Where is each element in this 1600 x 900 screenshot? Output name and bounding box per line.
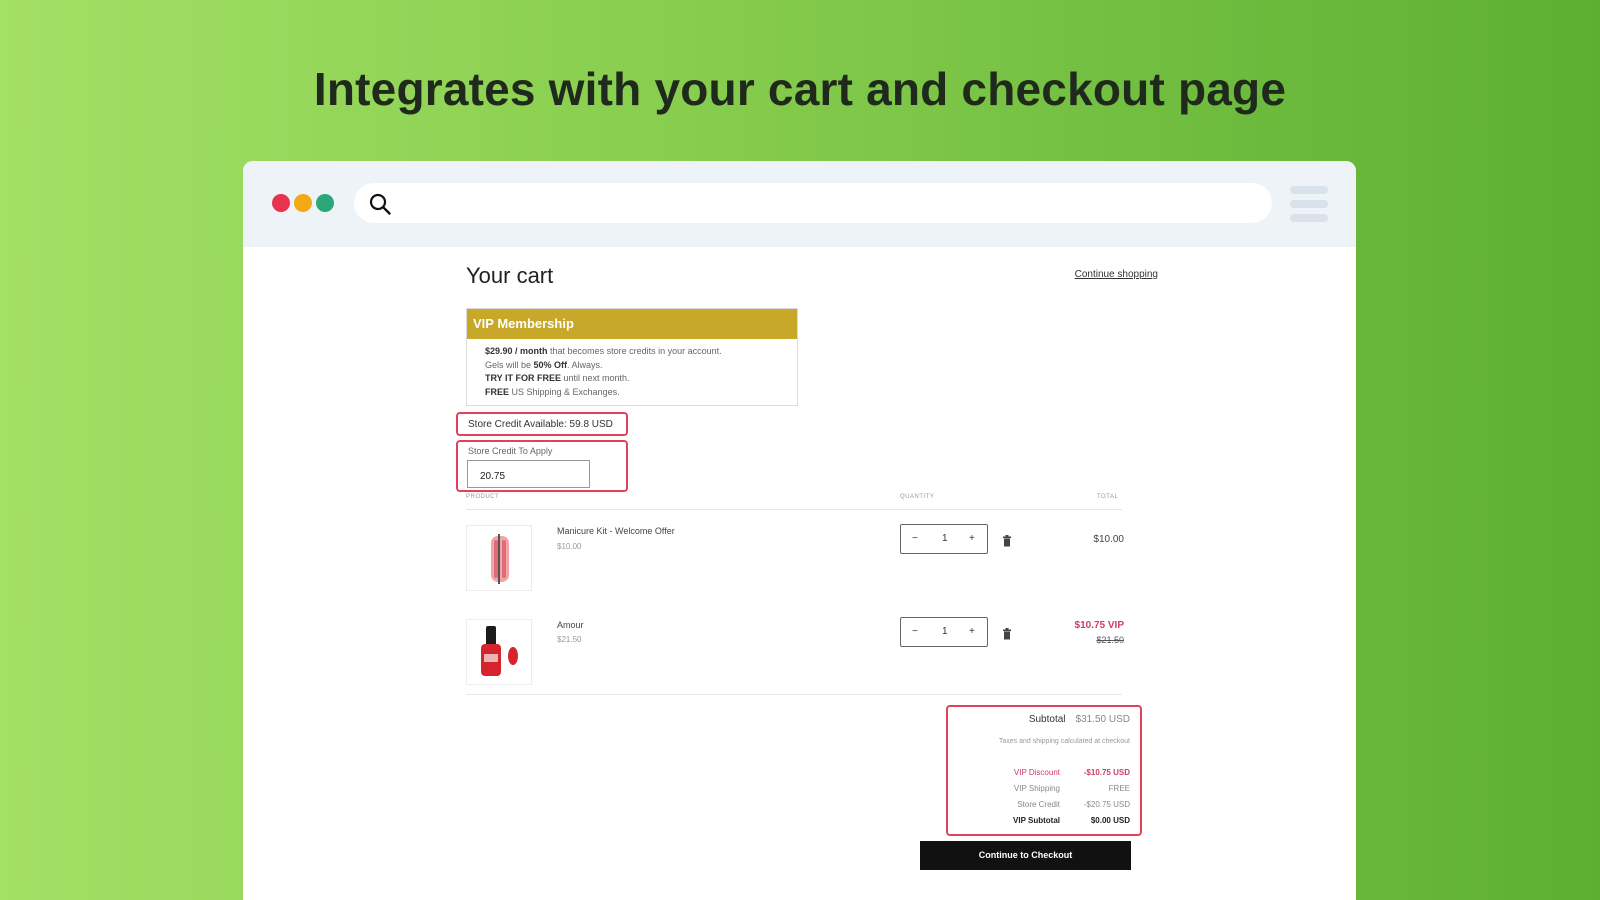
product-image-manicure-kit[interactable]: [466, 525, 532, 591]
product-name[interactable]: Amour: [557, 620, 584, 630]
vip-shipping-row: VIP Shipping FREE: [1013, 784, 1130, 793]
product-price: $21.50: [557, 635, 582, 644]
vip-line-shipping: FREE US Shipping & Exchanges.: [485, 386, 620, 397]
divider: [466, 694, 1122, 695]
address-bar[interactable]: [354, 183, 1272, 223]
vip-subtotal-row: VIP Subtotal $0.00 USD: [1013, 816, 1130, 825]
subtotal-value: $31.50 USD: [1075, 714, 1130, 725]
nail-polish-icon: [481, 626, 518, 676]
column-header-total: TOTAL: [1097, 494, 1119, 500]
vip-line-gels: Gels will be 50% Off. Always.: [485, 359, 603, 370]
quantity-stepper[interactable]: − 1 +: [900, 524, 988, 554]
store-credit-row: Store Credit -$20.75 USD: [1017, 800, 1130, 809]
vip-header: VIP Membership: [467, 309, 797, 339]
product-name[interactable]: Manicure Kit - Welcome Offer: [557, 526, 675, 536]
qty-value: 1: [942, 626, 948, 637]
vip-line-price: $29.90 / month that becomes store credit…: [485, 346, 722, 356]
search-icon: [369, 193, 391, 215]
continue-shopping-link[interactable]: Continue shopping: [1048, 269, 1158, 280]
window-minimize-dot[interactable]: [294, 194, 312, 212]
store-credit-available: Store Credit Available: 59.8 USD: [456, 412, 628, 436]
qty-increase-button[interactable]: +: [969, 533, 975, 544]
qty-decrease-button[interactable]: −: [912, 626, 918, 637]
window-close-dot[interactable]: [272, 194, 290, 212]
line-total-vip: $10.75 VIP: [1074, 620, 1124, 631]
divider: [466, 509, 1122, 510]
subtotal-row: Subtotal $31.50 USD: [1029, 714, 1130, 725]
hamburger-menu-icon[interactable]: [1290, 186, 1328, 224]
tax-note: Taxes and shipping calculated at checkou…: [998, 738, 1130, 745]
cart-summary: Subtotal $31.50 USD Taxes and shipping ca…: [946, 705, 1142, 836]
cart-page: Your cart Continue shopping VIP Membersh…: [243, 247, 1356, 900]
line-total-original: $21.50: [1096, 635, 1124, 645]
product-image-amour[interactable]: [466, 619, 532, 685]
vip-discount-row: VIP Discount -$10.75 USD: [1013, 768, 1130, 777]
manicure-kit-icon: [491, 534, 509, 584]
vip-membership-box: VIP Membership $29.90 / month that becom…: [466, 308, 798, 406]
product-price: $10.00: [557, 542, 582, 551]
store-credit-apply-label: Store Credit To Apply: [468, 446, 553, 456]
browser-toolbar: [243, 161, 1356, 247]
checkout-button[interactable]: Continue to Checkout: [920, 841, 1131, 870]
page-title: Your cart: [466, 263, 554, 288]
store-credit-input[interactable]: 20.75: [467, 460, 590, 488]
column-header-product: PRODUCT: [466, 494, 500, 500]
vip-line-trial: TRY IT FOR FREE until next month.: [485, 373, 630, 383]
trash-icon[interactable]: [1002, 628, 1012, 640]
store-credit-apply-box: Store Credit To Apply 20.75: [456, 440, 628, 492]
quantity-stepper[interactable]: − 1 +: [900, 617, 988, 647]
headline: Integrates with your cart and checkout p…: [313, 63, 1287, 115]
subtotal-label: Subtotal: [1028, 714, 1066, 725]
qty-decrease-button[interactable]: −: [912, 533, 918, 544]
qty-increase-button[interactable]: +: [969, 626, 975, 637]
qty-value: 1: [942, 533, 948, 544]
line-total: $10.00: [1093, 534, 1124, 545]
trash-icon[interactable]: [1002, 535, 1012, 547]
window-maximize-dot[interactable]: [316, 194, 334, 212]
browser-window: Your cart Continue shopping VIP Membersh…: [243, 161, 1356, 900]
column-header-quantity: QUANTITY: [900, 494, 935, 500]
